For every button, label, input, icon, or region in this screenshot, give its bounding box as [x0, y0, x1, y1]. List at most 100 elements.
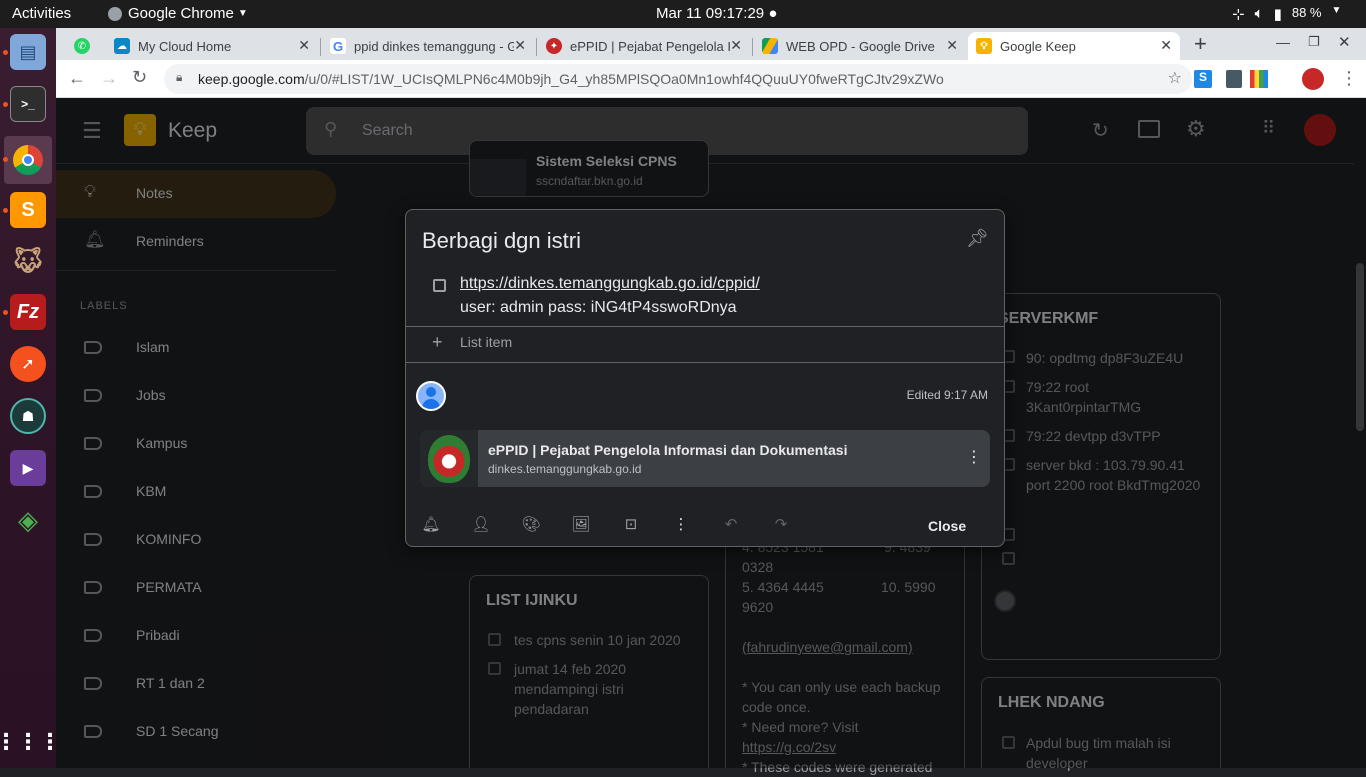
- eppid-icon: ✦: [546, 38, 562, 54]
- pin-icon[interactable]: 📌︎: [966, 228, 989, 249]
- caret-down-icon: ▼: [1331, 5, 1342, 16]
- archive-icon[interactable]: ⊡: [621, 515, 641, 535]
- clock-label: Mar 11 09:17:29: [656, 5, 765, 22]
- divider: [406, 326, 1004, 327]
- tab-google-keep[interactable]: 💡︎ Google Keep ✕: [968, 32, 1180, 60]
- tab-label: My Cloud Home: [138, 38, 232, 54]
- close-button[interactable]: Close: [914, 514, 980, 538]
- cloud-icon: ☁: [114, 38, 130, 54]
- close-tab-icon[interactable]: ✕: [946, 37, 958, 54]
- extension-list-icon[interactable]: [1226, 70, 1242, 88]
- caret-down-icon: ▼: [237, 8, 248, 19]
- profile-avatar[interactable]: [1302, 68, 1324, 90]
- tab-ppid-search[interactable]: G ppid dinkes temanggung - G ✕: [322, 32, 534, 60]
- redo-icon[interactable]: ↷: [771, 515, 791, 535]
- tab-separator: [320, 38, 321, 56]
- link-preview-domain: dinkes.temanggungkab.go.id: [488, 462, 642, 476]
- gitkraken-icon[interactable]: ☗: [10, 398, 46, 434]
- url-path: /u/0/#LIST/1W_UCIsQMLPN6c4M0b9jh_G4_yh85…: [304, 71, 944, 87]
- tab-label: WEB OPD - Google Drive: [786, 38, 935, 54]
- layers-app-icon[interactable]: ◈: [10, 502, 46, 538]
- color-palette-icon[interactable]: 🎨︎: [521, 515, 541, 535]
- extension-color-icon[interactable]: [1250, 70, 1268, 88]
- eppid-logo-icon: [420, 430, 478, 487]
- add-image-icon[interactable]: 🖼︎: [571, 515, 591, 535]
- lock-icon: 🔒︎: [176, 70, 183, 84]
- back-button[interactable]: ←: [68, 68, 86, 89]
- show-apps-icon[interactable]: ⋮⋮⋮: [0, 724, 61, 760]
- undo-icon[interactable]: ↶: [721, 515, 741, 535]
- tab-label: Google Keep: [1000, 38, 1076, 54]
- google-icon: G: [330, 38, 346, 54]
- tab-eppid[interactable]: ✦ ePPID | Pejabat Pengelola In ✕: [538, 32, 750, 60]
- url-host: keep.google.com: [198, 71, 305, 87]
- address-bar[interactable]: 🔒︎ keep.google.com/u/0/#LIST/1W_UCIsQMLP…: [164, 64, 1192, 94]
- whatsapp-icon: ✆: [74, 38, 90, 54]
- chrome-icon: [13, 145, 43, 175]
- running-indicator: [3, 208, 8, 213]
- chrome-menu-icon[interactable]: ⋮: [1340, 68, 1358, 89]
- running-indicator: [3, 102, 8, 107]
- edited-timestamp: Edited 9:17 AM: [906, 388, 988, 402]
- running-indicator: [3, 310, 8, 315]
- tab-label: ePPID | Pejabat Pengelola In: [570, 38, 730, 54]
- tab-separator: [752, 38, 753, 56]
- note-title-input[interactable]: Berbagi dgn istri: [422, 228, 581, 254]
- running-indicator: [3, 157, 8, 162]
- app-menu-label: Google Chrome: [128, 5, 234, 22]
- sublime-text-icon[interactable]: S: [10, 192, 46, 228]
- volume-icon: 🔈︎: [1254, 5, 1264, 22]
- more-options-icon[interactable]: ⋮: [671, 515, 691, 535]
- keep-icon: 💡︎: [976, 38, 992, 54]
- remind-me-icon[interactable]: 🔔︎: [421, 515, 441, 535]
- browser-toolbar: ← → ↻ 🔒︎ keep.google.com/u/0/#LIST/1W_UC…: [56, 60, 1366, 98]
- system-top-bar: Activities Google Chrome ▼ Mar 11 09:17:…: [0, 0, 1366, 28]
- video-editor-icon[interactable]: ▶: [10, 450, 46, 486]
- link-preview[interactable]: ePPID | Pejabat Pengelola Informasi dan …: [420, 430, 990, 487]
- running-indicator: [3, 50, 8, 55]
- close-tab-icon[interactable]: ✕: [730, 37, 742, 54]
- battery-icon: ▮: [1273, 6, 1282, 23]
- network-icon: ⊹: [1232, 6, 1245, 23]
- close-tab-icon[interactable]: ✕: [1160, 37, 1172, 54]
- postman-icon[interactable]: ➚: [10, 346, 46, 382]
- reload-button[interactable]: ↻: [132, 67, 147, 88]
- bookmark-star-icon[interactable]: ☆: [1167, 68, 1182, 88]
- new-tab-button[interactable]: +: [1194, 31, 1207, 57]
- drive-icon: [762, 38, 778, 54]
- link-preview-title: ePPID | Pejabat Pengelola Informasi dan …: [488, 442, 848, 458]
- user-avatar: [416, 381, 446, 411]
- list-item-text[interactable]: user: admin pass: iNG4tP4sswoRDnya: [460, 299, 737, 317]
- list-item-checkbox[interactable]: [433, 279, 446, 292]
- extension-s-icon[interactable]: S: [1194, 70, 1212, 88]
- close-tab-icon[interactable]: ✕: [514, 37, 526, 54]
- file-manager-icon[interactable]: ▤: [10, 34, 46, 70]
- tab-google-drive[interactable]: WEB OPD - Google Drive ✕: [754, 32, 966, 60]
- dock: ▤ >_ S 🐺︎ Fz ➚ ☗ ▶ ◈ ⋮⋮⋮: [0, 28, 61, 768]
- forward-button[interactable]: →: [100, 68, 118, 89]
- divider: [406, 362, 1004, 363]
- list-item-link[interactable]: https://dinkes.temanggungkab.go.id/cppid…: [460, 275, 760, 293]
- restore-button[interactable]: ❐: [1308, 34, 1320, 50]
- link-more-icon[interactable]: ⋮: [966, 447, 982, 467]
- tab-strip: ✆ ☁ My Cloud Home ✕ G ppid dinkes temang…: [56, 28, 1366, 60]
- clock[interactable]: Mar 11 09:17:29 ●: [656, 5, 777, 22]
- tab-label: ppid dinkes temanggung - G: [354, 38, 514, 54]
- filezilla-icon[interactable]: Fz: [10, 294, 46, 330]
- tab-separator: [536, 38, 537, 56]
- chrome-dock-item[interactable]: [4, 136, 52, 184]
- app-menu[interactable]: Google Chrome ▼: [108, 5, 248, 22]
- note-editor-dialog: Berbagi dgn istri 📌︎ https://dinkes.tema…: [405, 209, 1005, 547]
- add-list-item[interactable]: List item: [460, 334, 512, 350]
- notification-dot-icon: ●: [768, 5, 778, 22]
- window-close-button[interactable]: ✕: [1338, 33, 1351, 51]
- system-tray[interactable]: ⊹ 🔈︎ ▮ 88 % ▼: [1232, 5, 1341, 23]
- collaborator-icon[interactable]: 👤︎: [471, 515, 491, 535]
- activities-button[interactable]: Activities: [12, 5, 71, 22]
- tab-my-cloud-home[interactable]: ☁ My Cloud Home ✕: [106, 32, 318, 60]
- close-tab-icon[interactable]: ✕: [298, 37, 310, 54]
- gimp-icon[interactable]: 🐺︎: [10, 242, 46, 278]
- terminal-icon[interactable]: >_: [10, 86, 46, 122]
- minimize-button[interactable]: —: [1276, 34, 1290, 50]
- tab-whatsapp[interactable]: ✆: [66, 32, 100, 60]
